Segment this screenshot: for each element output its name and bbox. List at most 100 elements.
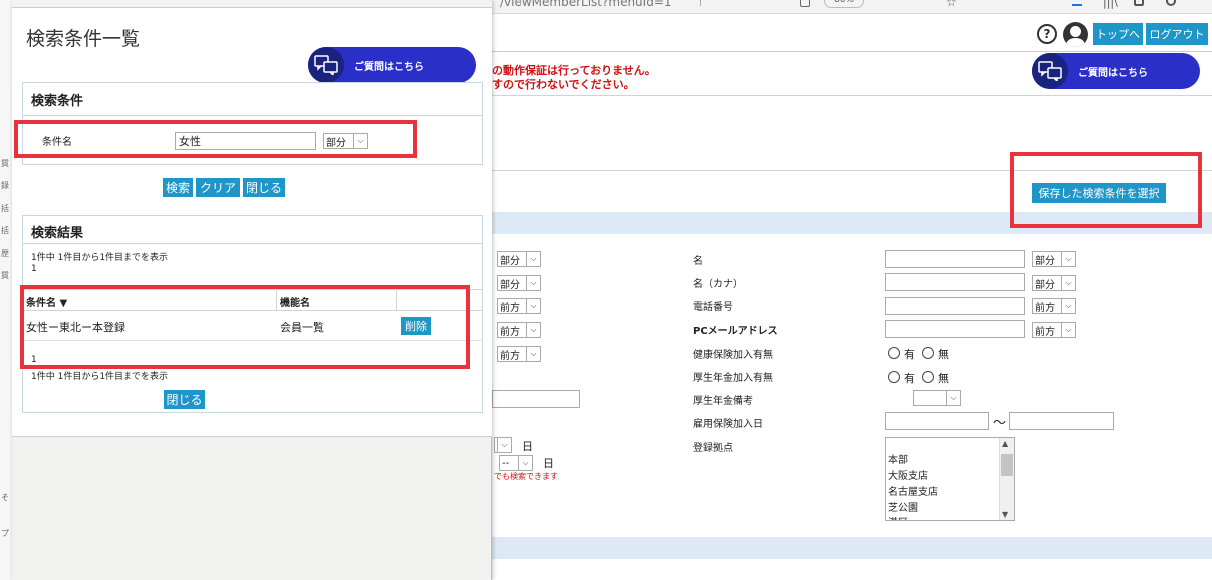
scroll-up-icon[interactable]: ▲ bbox=[1002, 439, 1008, 448]
chat-bubbles-icon bbox=[308, 47, 344, 83]
match-select[interactable]: 前方 ⌵ bbox=[497, 322, 541, 338]
date-from-input[interactable] bbox=[885, 412, 989, 430]
avatar-body bbox=[1066, 38, 1085, 47]
email-input[interactable] bbox=[885, 320, 1025, 338]
radio-label: 有 bbox=[904, 348, 915, 361]
result-count: 1件中 1件目から1件目までを表示 bbox=[31, 253, 169, 263]
chevron-down-icon: ⌵ bbox=[526, 276, 540, 290]
reader-view-icon[interactable] bbox=[800, 0, 810, 7]
results-heading: 検索結果 bbox=[31, 226, 84, 241]
help-icon[interactable]: ? bbox=[1037, 24, 1057, 44]
field-label: 名 bbox=[693, 256, 703, 267]
match-select[interactable]: 前方 ⌵ bbox=[1032, 298, 1076, 314]
chat-bubbles-icon bbox=[1032, 53, 1068, 89]
match-select[interactable]: 部分 ⌵ bbox=[1032, 275, 1076, 291]
edge-text: 歴 bbox=[1, 249, 9, 258]
match-select[interactable]: 部分 ⌵ bbox=[1032, 251, 1076, 267]
divider bbox=[23, 243, 482, 244]
logout-button[interactable]: ログアウト bbox=[1146, 23, 1208, 45]
question-button[interactable]: ご質問はこちら bbox=[1032, 53, 1200, 89]
day-label: 日 bbox=[522, 440, 533, 453]
branch-listbox[interactable]: 本部 大阪支店 名古屋支店 芝公園 港区 ▲ ▼ bbox=[885, 437, 1015, 521]
health-yes-radio[interactable] bbox=[888, 347, 900, 359]
chevron-down-icon: ⌵ bbox=[1061, 276, 1075, 290]
chevron-down-icon: ⌵ bbox=[1061, 299, 1075, 313]
top-page-button[interactable]: トップへ bbox=[1093, 23, 1143, 45]
tab-divider bbox=[520, 0, 521, 6]
modal-title: 検索条件一覧 bbox=[26, 28, 141, 50]
field-label: 厚生年金備考 bbox=[693, 396, 753, 407]
download-icon[interactable] bbox=[1072, 0, 1082, 6]
panel-divider bbox=[492, 95, 1212, 96]
chevron-down-icon: ⌵ bbox=[1061, 323, 1075, 337]
edge-text: 錄 bbox=[1, 181, 9, 190]
edge-text: そ bbox=[1, 493, 9, 502]
chevron-down-icon: ⌵ bbox=[1061, 252, 1075, 266]
question-button-label: ご質問はこちら bbox=[354, 61, 424, 73]
listbox-scrollbar[interactable]: ▲ ▼ bbox=[999, 438, 1014, 520]
text-input[interactable] bbox=[492, 390, 580, 408]
chevron-down-icon: ⌵ bbox=[526, 347, 540, 361]
bookmark-star-icon[interactable]: ☆ bbox=[946, 0, 957, 9]
section-band bbox=[492, 537, 1212, 559]
match-select[interactable]: 部分 ⌵ bbox=[497, 275, 541, 291]
question-button[interactable]: ご質問はこちら bbox=[308, 47, 476, 83]
first-name-input[interactable] bbox=[885, 250, 1025, 268]
day-select[interactable]: ⌵ bbox=[494, 437, 512, 453]
field-label: PCメールアドレス bbox=[693, 326, 778, 337]
date-to-input[interactable] bbox=[1009, 412, 1114, 430]
divider bbox=[23, 115, 482, 116]
sidebar-icon[interactable] bbox=[1134, 0, 1144, 6]
pension-no-radio[interactable] bbox=[922, 371, 934, 383]
header-divider bbox=[492, 51, 1212, 52]
edge-text: プ bbox=[1, 529, 9, 538]
match-select[interactable]: 前方 ⌵ bbox=[497, 298, 541, 314]
avatar-head bbox=[1070, 26, 1081, 37]
search-button[interactable]: 検索 bbox=[163, 178, 193, 197]
tab-divider bbox=[700, 0, 701, 6]
pager[interactable]: 1 bbox=[31, 264, 37, 274]
field-label: 名（カナ） bbox=[693, 279, 743, 290]
chevron-down-icon: ⌵ bbox=[497, 438, 511, 452]
zoom-level[interactable]: 80% bbox=[824, 0, 864, 8]
field-label: 健康保険加入有無 bbox=[693, 350, 773, 361]
radio-label: 有 bbox=[904, 372, 915, 385]
close-button[interactable]: 閉じる bbox=[243, 178, 285, 197]
search-note: でも検索できます bbox=[494, 472, 558, 481]
health-no-radio[interactable] bbox=[922, 347, 934, 359]
account-icon[interactable] bbox=[1166, 0, 1176, 6]
phone-input[interactable] bbox=[885, 297, 1025, 315]
match-select[interactable]: 前方 ⌵ bbox=[497, 346, 541, 362]
chevron-down-icon: ⌵ bbox=[526, 299, 540, 313]
results-close-button[interactable]: 閉じる bbox=[164, 390, 205, 409]
criteria-heading: 検索条件 bbox=[31, 94, 84, 109]
match-select[interactable]: 前方 ⌵ bbox=[1032, 322, 1076, 338]
chevron-down-icon: ⌵ bbox=[518, 456, 532, 470]
scroll-down-icon[interactable]: ▼ bbox=[1002, 510, 1008, 519]
list-item[interactable]: 大阪支店 bbox=[888, 467, 928, 482]
match-select[interactable]: 部分 ⌵ bbox=[497, 251, 541, 267]
field-label: 厚生年金加入有無 bbox=[693, 373, 773, 384]
list-item[interactable]: 名古屋支店 bbox=[888, 483, 938, 498]
radio-label: 無 bbox=[938, 348, 949, 361]
list-item[interactable]: 芝公園 bbox=[888, 499, 918, 514]
day-label: 日 bbox=[543, 457, 554, 470]
chevron-down-icon: ⌵ bbox=[526, 252, 540, 266]
clear-button[interactable]: クリア bbox=[196, 178, 240, 197]
edge-text: 括 bbox=[1, 204, 9, 213]
library-icon[interactable]: |||\ bbox=[1103, 0, 1118, 9]
avatar[interactable] bbox=[1063, 22, 1088, 47]
list-item[interactable]: 本部 bbox=[888, 451, 908, 466]
pension-yes-radio[interactable] bbox=[888, 371, 900, 383]
day-select[interactable]: -- ⌵ bbox=[499, 455, 533, 471]
highlight-box bbox=[20, 285, 470, 369]
pension-note-select[interactable]: ⌵ bbox=[913, 390, 961, 406]
field-label: 登録拠点 bbox=[693, 443, 733, 454]
list-item[interactable]: 港区 bbox=[888, 514, 908, 520]
address-bar-url[interactable]: /viewMemberList?menuId=1 bbox=[500, 0, 672, 9]
first-name-kana-input[interactable] bbox=[885, 273, 1025, 291]
edge-text: 質 bbox=[1, 159, 9, 168]
radio-label: 無 bbox=[938, 372, 949, 385]
result-count: 1件中 1件目から1件目までを表示 bbox=[31, 372, 169, 382]
scroll-thumb[interactable] bbox=[1001, 454, 1013, 476]
